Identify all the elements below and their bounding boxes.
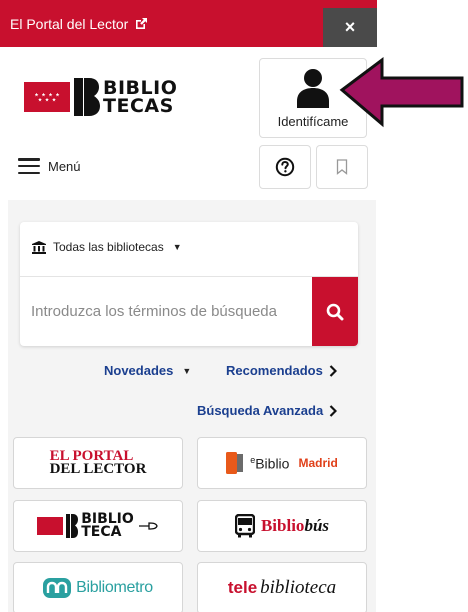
novedades-label: Novedades	[104, 363, 174, 378]
madrid-flag-icon	[37, 517, 64, 535]
biblioteca-text: BIBLIO TECA	[81, 512, 134, 540]
bibliometro-icon	[43, 578, 72, 598]
biblioteca-logo: BIBLIO TECA	[37, 512, 159, 540]
telebiblioteca-tile[interactable]: tele biblioteca	[197, 562, 367, 612]
recomendados-label: Recomendados	[226, 363, 323, 378]
logo-text: BIBLIO TECAS	[103, 79, 177, 117]
annotation-arrow-icon	[339, 57, 464, 128]
telebiblioteca-part1: tele	[227, 578, 258, 597]
search-card: Todas las bibliotecas ▼	[20, 222, 358, 346]
bus-icon	[234, 514, 255, 538]
menu-button[interactable]: Menú	[18, 158, 81, 174]
ebiblio-madrid-tile[interactable]: eBiblio Madrid	[197, 437, 367, 489]
user-icon	[297, 69, 329, 108]
help-button[interactable]	[259, 145, 311, 189]
external-link-icon	[136, 17, 148, 29]
bibliotecas-tile[interactable]: BIBLIO TECA	[13, 500, 183, 552]
biblioteca-line2: TECA	[81, 524, 122, 540]
library-select-label: Todas las bibliotecas	[53, 240, 164, 254]
library-select[interactable]: Todas las bibliotecas ▼	[32, 240, 182, 254]
ebiblio-madrid: Madrid	[298, 456, 338, 470]
bibliometro-logo: Bibliometro	[43, 578, 153, 598]
ebook-icon	[226, 452, 244, 474]
bibliometro-tile[interactable]: Bibliometro	[13, 562, 183, 612]
ebiblio-logo: eBiblio Madrid	[226, 451, 338, 475]
search-icon	[326, 303, 344, 320]
portal-lector-logo: EL PORTAL DEL LECTOR	[49, 449, 147, 477]
portal-lector-link[interactable]: El Portal del Lector	[0, 16, 148, 32]
bookmark-button[interactable]	[316, 145, 368, 189]
busqueda-avanzada-link[interactable]: Búsqueda Avanzada	[197, 403, 338, 418]
bookmark-icon	[336, 159, 348, 175]
bibliotecas-logo[interactable]: BIBLIO TECAS	[24, 78, 177, 116]
logo-b-icon	[66, 514, 79, 538]
search-button[interactable]	[312, 277, 358, 346]
comunidad-madrid-flag	[24, 82, 70, 112]
ebiblio-wordmark: eBiblio	[250, 455, 289, 472]
ebiblio-name: Biblio	[255, 455, 290, 472]
logo-line2: TECAS	[103, 95, 174, 117]
bibliobus-part2: bús	[304, 516, 330, 535]
portal-lector-tile[interactable]: EL PORTAL DEL LECTOR	[13, 437, 183, 489]
bibliobus-part1: Biblio	[260, 516, 305, 535]
help-circle-icon	[275, 157, 295, 177]
bibliobus-logo: Bibliobús	[234, 514, 330, 538]
telebiblioteca-logo: tele biblioteca	[228, 577, 336, 599]
search-input[interactable]	[20, 277, 312, 346]
chevron-right-icon	[329, 364, 337, 377]
library-building-icon	[32, 240, 46, 254]
pointing-hand-icon	[138, 522, 158, 530]
busqueda-avanzada-label: Búsqueda Avanzada	[197, 403, 324, 418]
bibliobus-tile[interactable]: Bibliobús	[197, 500, 367, 552]
novedades-dropdown[interactable]: Novedades ▼	[104, 363, 191, 378]
portal-topbar: El Portal del Lector	[0, 0, 377, 47]
bibliometro-label: Bibliometro	[76, 579, 153, 596]
close-icon: ×	[344, 17, 356, 37]
close-button[interactable]: ×	[323, 8, 377, 47]
logo-b-icon	[74, 78, 100, 116]
menu-label: Menú	[48, 158, 81, 174]
hamburger-icon	[18, 158, 40, 174]
search-row	[20, 276, 358, 346]
caret-down-icon: ▼	[172, 242, 182, 252]
portal-lector-line2: DEL LECTOR	[49, 461, 147, 477]
chevron-right-icon	[329, 404, 338, 417]
portal-lector-label: El Portal del Lector	[10, 15, 129, 32]
caret-down-icon: ▼	[182, 365, 192, 376]
recomendados-link[interactable]: Recomendados	[226, 363, 337, 378]
telebiblioteca-part2: biblioteca	[260, 577, 337, 598]
